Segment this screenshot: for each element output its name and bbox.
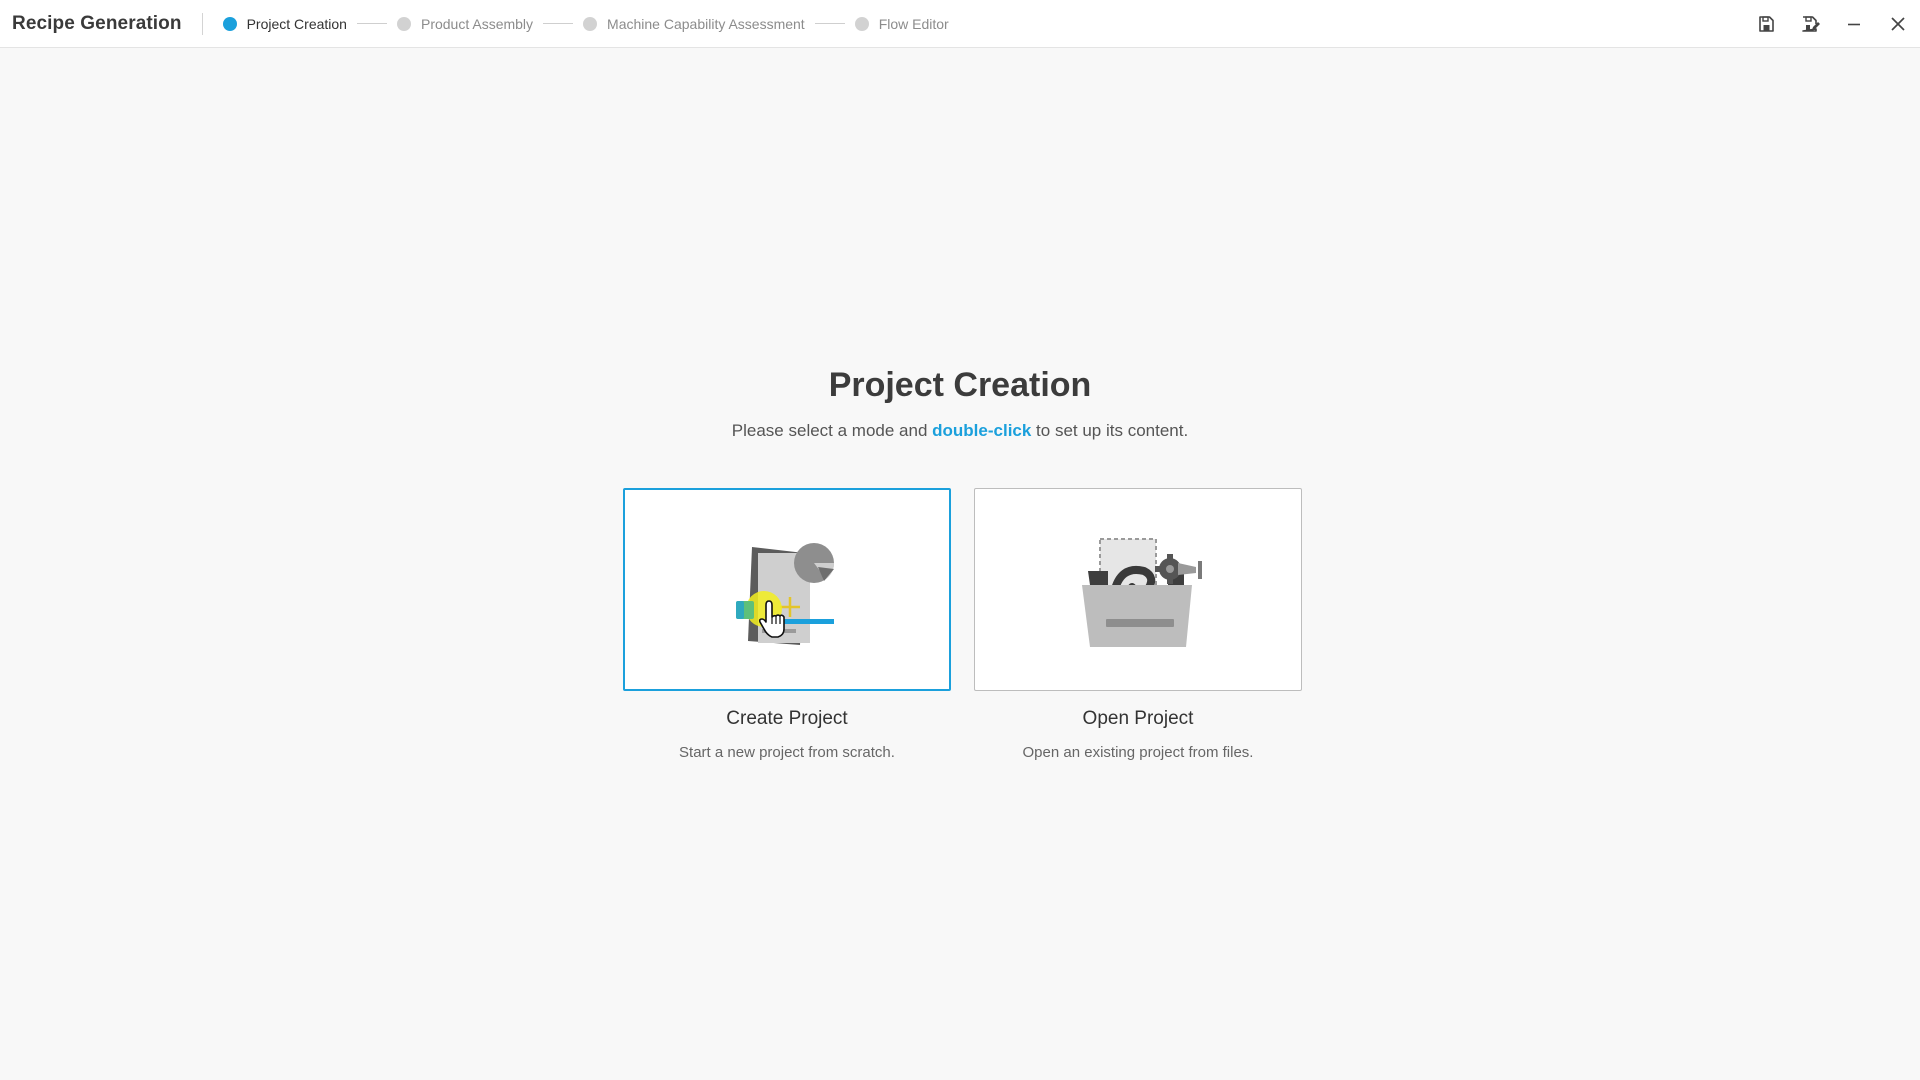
save-button[interactable] [1744, 0, 1788, 48]
step-connector [814, 23, 845, 24]
step-indicator-dot [583, 16, 598, 31]
create-project-card[interactable] [623, 488, 951, 691]
subtitle-text: to set up its content. [1031, 421, 1189, 440]
open-project-title: Open Project [1082, 708, 1194, 729]
create-project-description: Start a new project from scratch. [679, 744, 895, 761]
step-label: Project Creation [246, 15, 347, 32]
close-button[interactable] [1876, 0, 1920, 48]
create-project-title: Create Project [726, 708, 848, 729]
open-project-option: Open Project Open an existing project fr… [974, 488, 1302, 761]
step-indicator-dot [854, 16, 869, 31]
minimize-icon [1848, 23, 1860, 26]
minimize-button[interactable] [1832, 0, 1876, 48]
step-indicator-dot [396, 16, 411, 31]
title-bar: Recipe Generation Project Creation Produ… [0, 0, 1920, 48]
step-progress: Project Creation Product Assembly Machin… [222, 15, 949, 32]
step-connector [543, 23, 574, 24]
step-project-creation[interactable]: Project Creation [222, 15, 347, 32]
step-flow-editor[interactable]: Flow Editor [854, 15, 949, 32]
save-as-icon [1802, 16, 1820, 32]
step-machine-capability-assessment[interactable]: Machine Capability Assessment [583, 16, 805, 32]
save-as-button[interactable] [1788, 0, 1832, 48]
step-label: Product Assembly [420, 15, 534, 32]
window-controls [1744, 0, 1920, 48]
app-title: Recipe Generation [12, 12, 182, 34]
create-project-illustration [736, 542, 834, 645]
main-content: Project Creation Please select a mode an… [0, 48, 1920, 1080]
page-subtitle: Please select a mode and double-click to… [0, 421, 1920, 441]
step-product-assembly[interactable]: Product Assembly [396, 15, 534, 32]
subtitle-text: Please select a mode and [731, 421, 933, 440]
step-label: Flow Editor [878, 15, 949, 32]
title-divider [201, 12, 203, 35]
open-project-description: Open an existing project from files. [1022, 744, 1254, 761]
step-label: Machine Capability Assessment [607, 15, 805, 32]
close-icon [1891, 17, 1905, 31]
open-project-illustration [1082, 537, 1202, 647]
subtitle-highlight: double-click [932, 421, 1032, 440]
save-icon [1759, 16, 1774, 32]
create-project-option: Create Project Start a new project from … [623, 488, 951, 761]
page-title: Project Creation [828, 366, 1092, 404]
step-indicator-dot [222, 16, 237, 31]
step-connector [356, 23, 387, 24]
open-project-card[interactable] [974, 488, 1302, 691]
